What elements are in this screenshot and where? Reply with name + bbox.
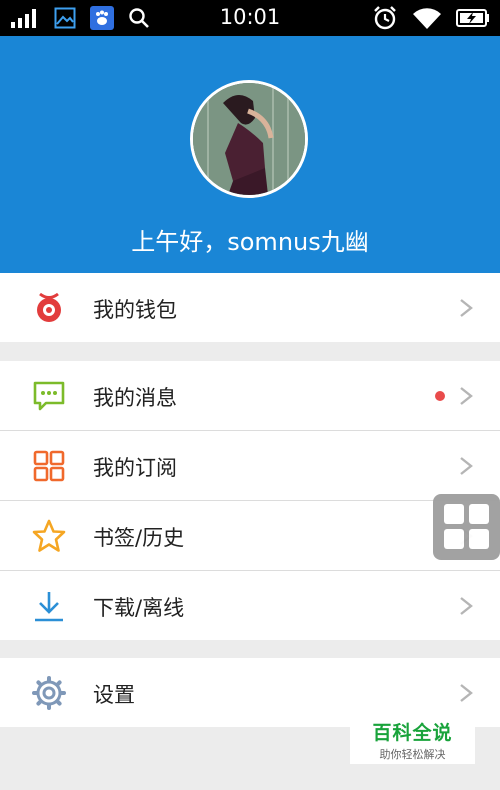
unread-dot — [435, 391, 445, 401]
chat-bubble-icon — [33, 381, 65, 411]
menu-label-downloads: 下载/离线 — [93, 596, 185, 620]
watermark: 百科全说 助你轻松解决 — [350, 714, 475, 764]
menu-label-messages: 我的消息 — [93, 386, 177, 410]
chevron-right-icon — [460, 387, 473, 405]
alarm-clock-icon — [374, 6, 396, 30]
menu-group-content: 我的消息 我的订阅 书签/历史 下载/离线 — [0, 361, 500, 640]
watermark-title: 百科全说 — [372, 722, 453, 744]
wallet-icon — [37, 292, 61, 322]
menu-label-wallet: 我的钱包 — [93, 298, 177, 322]
menu-item-subscriptions[interactable]: 我的订阅 — [0, 431, 500, 501]
quick-access-cell — [469, 504, 489, 524]
battery-charging-icon — [456, 9, 489, 27]
quick-access-cell — [469, 529, 489, 549]
star-icon — [32, 519, 66, 552]
chevron-right-icon — [460, 684, 473, 702]
watermark-subtitle: 助你轻松解决 — [379, 748, 446, 761]
menu-label-bookmarks: 书签/历史 — [93, 526, 185, 550]
status-bar-right — [372, 5, 490, 31]
floating-quick-access-button[interactable] — [433, 494, 500, 560]
menu-item-messages[interactable]: 我的消息 — [0, 361, 500, 431]
greeting-text: 上午好，somnus九幽 — [131, 228, 369, 256]
status-bar: 10:01 — [0, 0, 500, 36]
wifi-icon — [413, 8, 441, 29]
download-icon — [35, 592, 63, 622]
menu-item-downloads[interactable]: 下载/离线 — [0, 571, 500, 640]
grid-icon — [33, 450, 65, 482]
menu-label-settings: 设置 — [93, 683, 135, 707]
chevron-right-icon — [460, 299, 473, 317]
menu-item-wallet[interactable]: 我的钱包 — [0, 273, 500, 342]
avatar[interactable] — [190, 80, 308, 198]
quick-access-cell — [444, 529, 464, 549]
quick-access-cell — [444, 504, 464, 524]
gear-icon — [32, 676, 66, 710]
chevron-right-icon — [460, 597, 473, 615]
menu-group-wallet: 我的钱包 — [0, 273, 500, 342]
menu-item-bookmarks[interactable]: 书签/历史 — [0, 501, 500, 571]
menu-label-subscriptions: 我的订阅 — [93, 456, 177, 480]
chevron-right-icon — [460, 457, 473, 475]
profile-header: 上午好，somnus九幽 — [0, 36, 500, 273]
